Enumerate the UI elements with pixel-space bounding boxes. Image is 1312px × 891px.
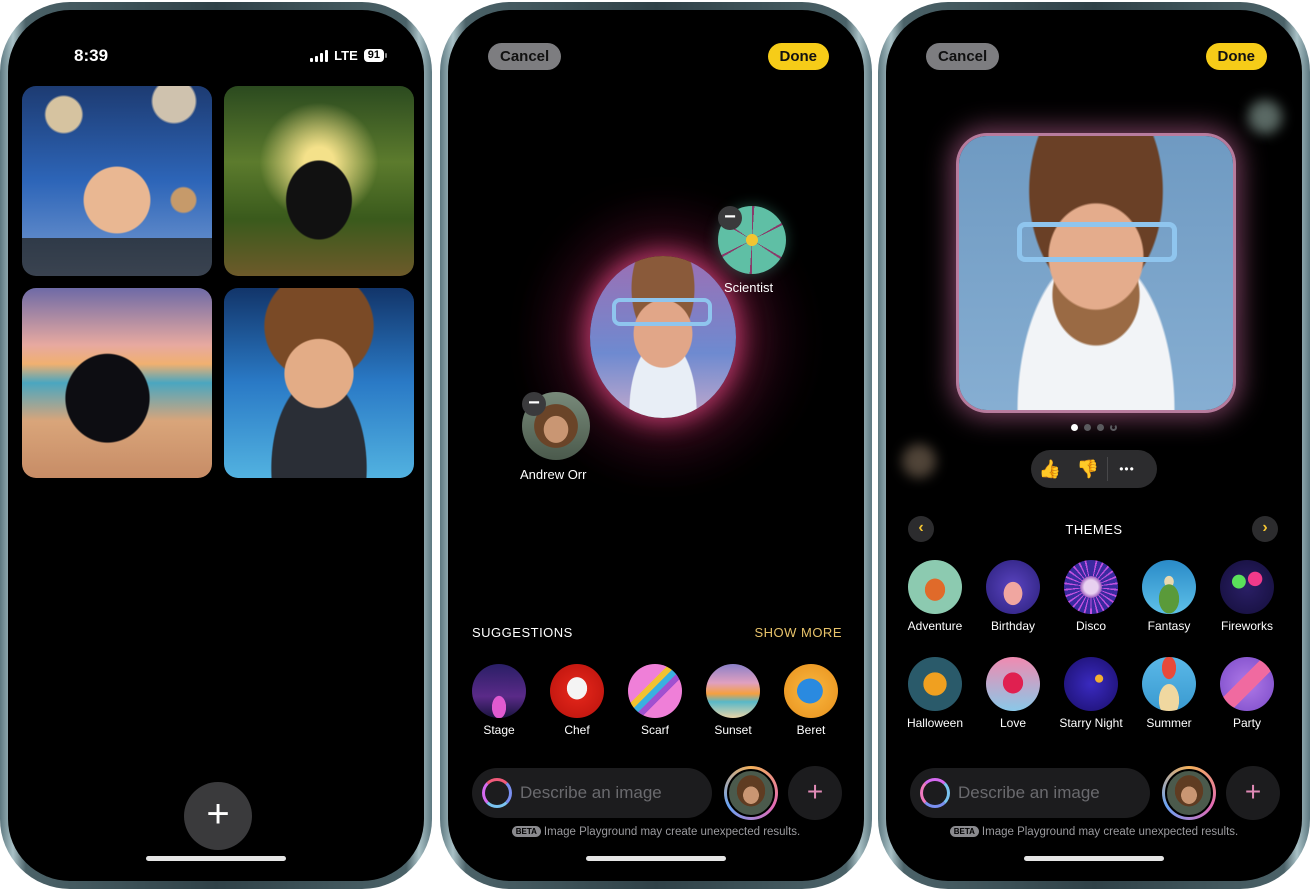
- describe-image-input[interactable]: Describe an image: [910, 768, 1150, 818]
- input-placeholder: Describe an image: [958, 783, 1100, 802]
- remove-scientist-button[interactable]: −: [718, 206, 742, 230]
- cake-icon: [986, 560, 1040, 614]
- home-indicator: [146, 856, 286, 861]
- remove-person-button[interactable]: −: [522, 392, 546, 416]
- thumbs-down-icon[interactable]: 👎: [1069, 459, 1107, 480]
- pumpkin-icon: [908, 657, 962, 711]
- page-dots: [886, 424, 1302, 431]
- themes-row-1: Adventure Birthday Disco Fantasy Firewor…: [896, 560, 1286, 633]
- generated-image-preview[interactable]: [959, 136, 1233, 410]
- avatar: [1165, 769, 1213, 817]
- disco-ball-icon: [1064, 560, 1118, 614]
- moon-icon: [1064, 657, 1118, 711]
- theme-fireworks[interactable]: Fireworks: [1208, 560, 1286, 633]
- image-playground-icon: [920, 778, 950, 808]
- sunset-icon: [706, 664, 760, 718]
- jeep-icon: [908, 560, 962, 614]
- goggles: [1017, 222, 1177, 262]
- generated-image-bubble[interactable]: [590, 256, 736, 418]
- screen: Cancel Done − Scientist − Andrew Orr SUG…: [448, 10, 864, 881]
- theme-party[interactable]: Party: [1208, 657, 1286, 730]
- network-label: LTE: [334, 48, 358, 63]
- cancel-button[interactable]: Cancel: [488, 43, 562, 70]
- signal-icon: [310, 49, 329, 62]
- beta-note: Image Playground may create unexpected r…: [981, 826, 1239, 838]
- beret-icon: [784, 664, 838, 718]
- gallery-image[interactable]: [22, 288, 212, 478]
- heart-icon: [986, 657, 1040, 711]
- more-icon[interactable]: •••: [1108, 462, 1146, 476]
- add-concept-button[interactable]: +: [788, 766, 842, 820]
- umbrella-icon: [1142, 657, 1196, 711]
- prompt-row: Describe an image +: [910, 766, 1280, 820]
- page-dot[interactable]: [1084, 424, 1091, 431]
- image-gallery: [22, 86, 414, 478]
- suggestion-stage[interactable]: Stage: [460, 664, 538, 737]
- gallery-image[interactable]: [224, 288, 414, 478]
- suggestion-scarf[interactable]: Scarf: [616, 664, 694, 737]
- gallery-image[interactable]: [224, 86, 414, 276]
- home-indicator: [586, 856, 726, 861]
- beta-disclaimer: BETA Image Playground may create unexpect…: [886, 826, 1302, 838]
- beta-note: Image Playground may create unexpected r…: [543, 826, 801, 838]
- suggestions-row: Stage Chef Scarf Sunset Beret: [460, 664, 850, 737]
- beta-badge: BETA: [949, 826, 979, 837]
- avatar: [727, 769, 775, 817]
- input-placeholder: Describe an image: [520, 783, 662, 802]
- scarf-icon: [628, 664, 682, 718]
- add-concept-button[interactable]: +: [1226, 766, 1280, 820]
- show-more-link[interactable]: SHOW MORE: [754, 625, 842, 640]
- suggestion-sunset[interactable]: Sunset: [694, 664, 772, 737]
- themes-next-button[interactable]: ›: [1252, 516, 1278, 542]
- suggestion-chef[interactable]: Chef: [538, 664, 616, 737]
- phone-playground: Cancel Done − Scientist − Andrew Orr SUG…: [440, 2, 872, 889]
- page-dot[interactable]: [1097, 424, 1104, 431]
- theme-fantasy[interactable]: Fantasy: [1130, 560, 1208, 633]
- theme-birthday[interactable]: Birthday: [974, 560, 1052, 633]
- new-image-button[interactable]: +: [184, 782, 252, 850]
- chef-hat-icon: [550, 664, 604, 718]
- screen: 8:39 LTE 91 +: [8, 10, 424, 881]
- gallery-image[interactable]: [22, 86, 212, 276]
- person-avatar-button[interactable]: [1162, 766, 1216, 820]
- done-button[interactable]: Done: [1205, 43, 1267, 70]
- concept-label: Andrew Orr: [520, 467, 587, 482]
- theme-adventure[interactable]: Adventure: [896, 560, 974, 633]
- suggestion-beret[interactable]: Beret: [772, 664, 850, 737]
- castle-icon: [1142, 560, 1196, 614]
- thumbs-up-icon[interactable]: 👍: [1031, 459, 1069, 480]
- suggestions-title: SUGGESTIONS: [472, 625, 573, 640]
- screen: Cancel Done 👍 👎 ••• ‹ THEMES › Adventure…: [886, 10, 1302, 881]
- status-bar: 8:39 LTE 91: [8, 46, 424, 68]
- phone-themes: Cancel Done 👍 👎 ••• ‹ THEMES › Adventure…: [878, 2, 1310, 889]
- cancel-button[interactable]: Cancel: [926, 43, 1000, 70]
- ambient-blob: [902, 444, 936, 478]
- theme-disco[interactable]: Disco: [1052, 560, 1130, 633]
- phone-gallery: 8:39 LTE 91 +: [0, 2, 432, 889]
- theme-halloween[interactable]: Halloween: [896, 657, 974, 730]
- page-dot-active[interactable]: [1071, 424, 1078, 431]
- image-playground-icon: [482, 778, 512, 808]
- themes-row-2: Halloween Love Starry Night Summer Party: [896, 657, 1286, 730]
- battery-icon: 91: [363, 49, 388, 62]
- prompt-row: Describe an image +: [472, 766, 842, 820]
- themes-title: THEMES: [1065, 522, 1123, 537]
- done-button[interactable]: Done: [767, 43, 829, 70]
- describe-image-input[interactable]: Describe an image: [472, 768, 712, 818]
- theme-love[interactable]: Love: [974, 657, 1052, 730]
- status-time: 8:39: [74, 46, 109, 65]
- loading-spinner-icon: [1110, 424, 1117, 431]
- person-avatar-button[interactable]: [724, 766, 778, 820]
- fireworks-icon: [1220, 560, 1274, 614]
- theme-starry-night[interactable]: Starry Night: [1052, 657, 1130, 730]
- theme-summer[interactable]: Summer: [1130, 657, 1208, 730]
- concept-label: Scientist: [724, 280, 774, 295]
- beta-badge: BETA: [511, 826, 541, 837]
- goggles: [612, 298, 712, 326]
- party-popper-icon: [1220, 657, 1274, 711]
- stage-icon: [472, 664, 526, 718]
- home-indicator: [1024, 856, 1164, 861]
- beta-disclaimer: BETA Image Playground may create unexpect…: [448, 826, 864, 838]
- feedback-bar: 👍 👎 •••: [1031, 450, 1157, 488]
